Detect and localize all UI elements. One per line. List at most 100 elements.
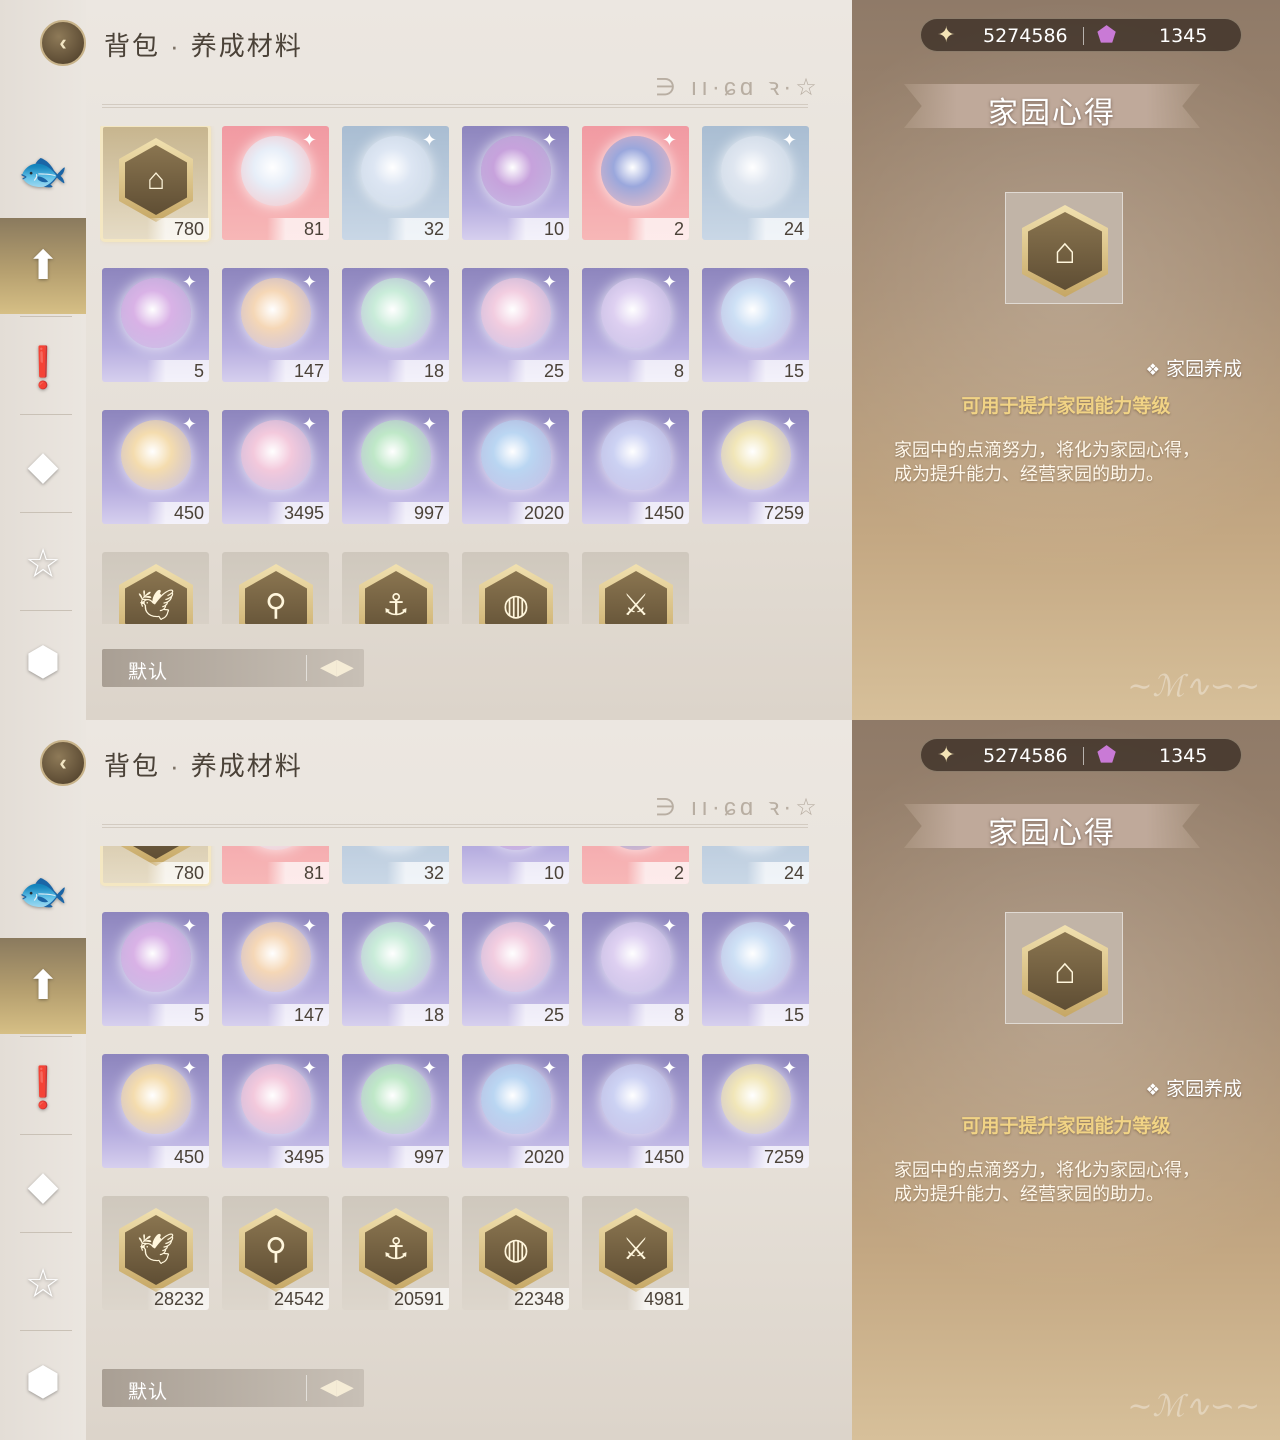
item-slot-paint-bucket[interactable]: ✦ 81	[222, 126, 329, 240]
item-slot-pink-shell[interactable]: ✦ 3495	[222, 410, 329, 524]
blue-bubble-icon: ✦	[721, 272, 797, 348]
item-slot-rose-crystal[interactable]: ✦ 5	[102, 912, 209, 1026]
nav-tab-upgrade[interactable]: ⬆	[0, 218, 86, 314]
violet-shell-icon: ✦	[601, 1058, 677, 1134]
purple-crystal-icon: ✦	[481, 130, 557, 206]
item-slot-bug-net[interactable]: ⚲24542	[222, 1196, 329, 1310]
item-slot-house[interactable]: ⌂780	[100, 846, 211, 886]
nav-tab-alert[interactable]: ❗	[0, 1040, 86, 1136]
item-slot-galaxy-cards[interactable]: ✦2	[582, 126, 689, 240]
item-hex: ⚔	[599, 564, 673, 624]
item-slot-crystal-orb[interactable]: ✦ 32	[342, 126, 449, 240]
currency-divider	[1083, 747, 1084, 765]
item-slot-blue-shell[interactable]: ✦ 2020	[462, 1054, 569, 1168]
item-count: 2020	[507, 1146, 569, 1168]
screenshot-top: 🐟 ⬆ ❗ ◆ ☆ ⬢ ‹ 背包 · 养成材料 ∋ ıı·ɕɑ ꝛ·☆ ⌂ 780 ✦ 81 ✦ 32 ✦…	[0, 0, 1280, 720]
back-button[interactable]: ‹	[40, 740, 86, 786]
item-slot-galaxy-cards[interactable]: ✦2	[582, 846, 689, 884]
crystal-orb-icon: ✦	[361, 846, 431, 850]
cube-icon: ⬢	[25, 1360, 61, 1404]
item-slot-gold-pearl[interactable]: ✦ 7259	[702, 1054, 809, 1168]
back-button[interactable]: ‹	[40, 20, 86, 66]
sort-dropdown[interactable]: 默认 ◀▶	[102, 1369, 364, 1407]
item-slot-orange-bubble[interactable]: ✦ 147	[222, 912, 329, 1026]
item-slot-gold-pearl[interactable]: ✦ 7259	[702, 410, 809, 524]
nav-tab-crystal[interactable]: ◆	[0, 418, 86, 514]
item-grid[interactable]: ⌂780✦81✦32✦10✦2✦24✦5✦147✦18✦25✦8✦15✦450✦…	[100, 126, 812, 624]
sort-toggle-icon[interactable]: ◀▶	[320, 654, 354, 680]
sparkle-icon: ✦	[301, 916, 317, 936]
item-slot-gold-shell[interactable]: ✦ 450	[102, 1054, 209, 1168]
item-slot-pink-bubble[interactable]: ✦ 25	[462, 268, 569, 382]
nav-divider	[20, 610, 72, 611]
nav-divider	[20, 1330, 72, 1331]
nav-tab-alert[interactable]: ❗	[0, 320, 86, 416]
bird-hand-icon: 🕊	[136, 589, 176, 622]
sparkle-icon: ✦	[661, 1058, 677, 1078]
blue-bubble-icon: ✦	[721, 916, 797, 992]
item-slot-lilac-bubble[interactable]: ✦ 8	[582, 268, 689, 382]
item-count: 147	[267, 360, 329, 382]
item-slot-house[interactable]: ⌂780	[100, 126, 211, 242]
item-count: 780	[147, 218, 209, 240]
nav-tab-upgrade[interactable]: ⬆	[0, 938, 86, 1034]
nav-tab-cube[interactable]: ⬢	[0, 614, 86, 710]
item-slot-rose-crystal[interactable]: ✦ 5	[102, 268, 209, 382]
item-grid[interactable]: ⌂780✦81✦32✦10✦2✦24✦5✦147✦18✦25✦8✦15✦450✦…	[100, 846, 812, 1344]
item-slot-pink-bubble[interactable]: ✦ 25	[462, 912, 569, 1026]
item-slot-gold-shell[interactable]: ✦ 450	[102, 410, 209, 524]
item-slot-bird-hand[interactable]: 🕊28232	[102, 552, 209, 624]
item-slot-bird-hand[interactable]: 🕊28232	[102, 1196, 209, 1310]
sparkle-icon: ✦	[181, 1058, 197, 1078]
nav-tab-fish[interactable]: 🐟	[0, 844, 86, 940]
item-slot-violet-shell[interactable]: ✦ 1450	[582, 410, 689, 524]
sort-dropdown[interactable]: 默认 ◀▶	[102, 649, 364, 687]
item-slot-blue-bubble[interactable]: ✦ 15	[702, 912, 809, 1026]
item-slot-green-shell[interactable]: ✦ 997	[342, 410, 449, 524]
item-slot-green-shell[interactable]: ✦ 997	[342, 1054, 449, 1168]
item-slot-green-bubble[interactable]: ✦ 18	[342, 268, 449, 382]
title-decoration: ∋ ıı·ɕɑ ꝛ·☆	[655, 794, 821, 821]
item-slot-pink-shell[interactable]: ✦ 3495	[222, 1054, 329, 1168]
item-slot-lilac-bubble[interactable]: ✦ 8	[582, 912, 689, 1026]
item-slot-silver-crystal[interactable]: ✦ 24	[702, 846, 809, 884]
item-count: 28232	[147, 1288, 209, 1310]
sparkle-icon: ✦	[421, 414, 437, 434]
item-slot-green-bubble[interactable]: ✦ 18	[342, 912, 449, 1026]
item-slot-fishing-rod[interactable]: ⚓20591	[342, 552, 449, 624]
nav-tab-star-wand[interactable]: ☆	[0, 1236, 86, 1332]
purple-crystal-icon: ✦	[481, 846, 551, 850]
item-count: 24	[747, 218, 809, 240]
item-slot-basket[interactable]: ◍22348	[462, 552, 569, 624]
sparkle-icon: ✦	[181, 916, 197, 936]
item-slot-blue-bubble[interactable]: ✦ 15	[702, 268, 809, 382]
paint-bucket-icon: ✦	[241, 130, 317, 206]
item-slot-crossed-tools[interactable]: ⚔4981	[582, 1196, 689, 1310]
item-count: 2020	[507, 502, 569, 524]
currency-divider	[1083, 27, 1084, 45]
item-count: 20591	[387, 1288, 449, 1310]
item-slot-blue-shell[interactable]: ✦ 2020	[462, 410, 569, 524]
item-slot-purple-crystal[interactable]: ✦ 10	[462, 846, 569, 884]
item-count: 7259	[747, 1146, 809, 1168]
item-slot-silver-crystal[interactable]: ✦ 24	[702, 126, 809, 240]
item-slot-crystal-orb[interactable]: ✦ 32	[342, 846, 449, 884]
item-slot-basket[interactable]: ◍22348	[462, 1196, 569, 1310]
item-slot-fishing-rod[interactable]: ⚓20591	[342, 1196, 449, 1310]
nav-tab-cube[interactable]: ⬢	[0, 1334, 86, 1430]
item-slot-violet-shell[interactable]: ✦ 1450	[582, 1054, 689, 1168]
item-slot-crossed-tools[interactable]: ⚔4981	[582, 552, 689, 624]
item-slot-orange-bubble[interactable]: ✦ 147	[222, 268, 329, 382]
item-usage: 可用于提升家园能力等级	[961, 1116, 1171, 1137]
nav-tab-fish[interactable]: 🐟	[0, 124, 86, 220]
item-slot-bug-net[interactable]: ⚲24542	[222, 552, 329, 624]
sparkle-icon: ✦	[541, 916, 557, 936]
nav-tab-star-wand[interactable]: ☆	[0, 516, 86, 612]
item-count: 81	[267, 862, 329, 884]
currency-bar: ✦ 5274586 ⬟ 1345	[920, 738, 1242, 772]
item-slot-paint-bucket[interactable]: ✦ 81	[222, 846, 329, 884]
nav-tab-crystal[interactable]: ◆	[0, 1138, 86, 1234]
item-count: 24542	[267, 1288, 329, 1310]
sort-toggle-icon[interactable]: ◀▶	[320, 1374, 354, 1400]
item-slot-purple-crystal[interactable]: ✦ 10	[462, 126, 569, 240]
